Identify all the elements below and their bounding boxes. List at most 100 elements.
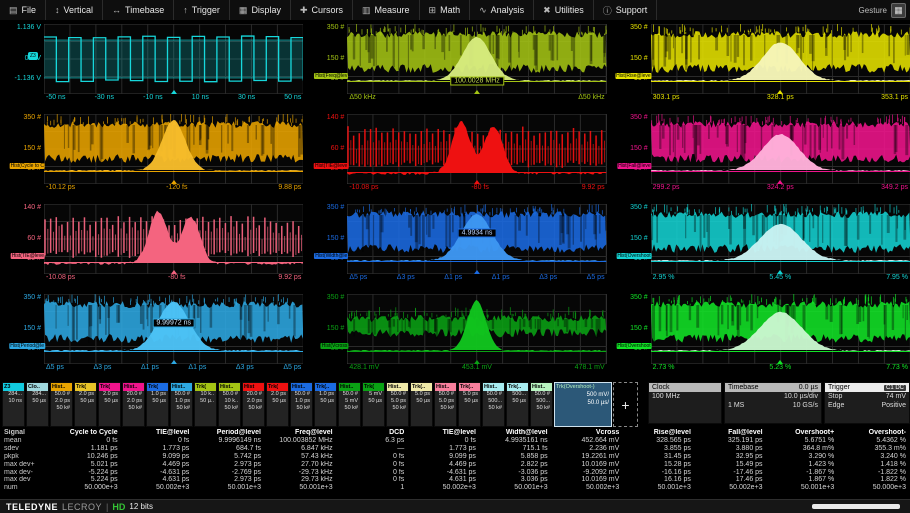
waveform-panel-hist-fall[interactable]: 350 #150 #-50 #299.2 ps324.2 ps349.2 psH… xyxy=(607,111,910,201)
gesture-icon[interactable]: ▦ xyxy=(891,3,906,18)
menu-item-utilities[interactable]: ✖Utilities xyxy=(534,0,594,20)
waveform-panel-hist-freq[interactable]: 350 #150 #-50 #Δ50 kHzΔ50 kHzHist(Freq@l… xyxy=(303,21,606,111)
plot-area[interactable]: 428.1 mV453.1 mV478.1 mVHist(Vcross xyxy=(347,294,606,381)
trace-descriptor-21[interactable]: Hist..50.0 #500...50 k# xyxy=(482,382,505,427)
trace-descriptor-6[interactable]: Hist..20.0 #2.0 ps50 k# xyxy=(122,382,145,427)
menu-item-vertical[interactable]: ↕Vertical xyxy=(46,0,103,20)
timebase-box[interactable]: Timebase0.0 µs10.0 µs/div1 MS10 GS/s xyxy=(724,382,822,424)
plot-area[interactable]: Δ50 kHzΔ50 kHzHist(Freq@lev100.0028 MHz xyxy=(347,24,606,111)
trace-descriptor-22[interactable]: Trk(..500...50 µs xyxy=(506,382,529,427)
waveform-panel-hist-overshoot-pos[interactable]: 350 #150 #-50 #2.95 %5.45 %7.95 %Hist(Ov… xyxy=(607,201,910,291)
trace-descriptor-15[interactable]: Hist..50.0 #5 mV50 k# xyxy=(338,382,361,427)
menu-item-analysis[interactable]: ∿Analysis xyxy=(470,0,534,20)
clock-box[interactable]: Clock100 MHz xyxy=(648,382,722,424)
trace-descriptor-14[interactable]: Trk(..1.0 ps50 µs xyxy=(314,382,337,427)
waveform-panel-hist-tie-2[interactable]: 140 #60 #-20 #-10.08 ps-80 fs9.92 psHist… xyxy=(0,201,303,291)
stat-value: 684.7 fs xyxy=(193,445,265,453)
stat-value: 5.858 ps xyxy=(480,453,552,461)
trace-descriptor-1[interactable]: Z3284...10 ns xyxy=(2,382,25,427)
trace-label[interactable]: Hist(Cycle to C xyxy=(10,163,45,169)
trace-descriptor-4[interactable]: Trk(2.0 ps50 µs xyxy=(74,382,97,427)
trace-label[interactable]: Hist(TIE@leve xyxy=(11,253,45,259)
plot-area[interactable]: 2.73 %5.23 %7.73 %Hist(Overshoot xyxy=(651,294,910,381)
trace-descriptor-23[interactable]: Hist..50.0 #500...50 k# xyxy=(530,382,553,427)
waveform-panel-hist-width[interactable]: 350 #150 #-50 #Δ5 psΔ3 psΔ1 psΔ1 psΔ3 ps… xyxy=(303,201,606,291)
menu-item-support[interactable]: ⓘSupport xyxy=(594,0,658,20)
table-header-measure[interactable]: Overshoot- xyxy=(838,429,910,437)
trace-label[interactable]: Hist(Period@le xyxy=(9,343,45,349)
waveform-panel-hist-overshoot-neg[interactable]: 350 #150 #-50 #2.73 %5.23 %7.73 %Hist(Ov… xyxy=(607,291,910,381)
trace-descriptor-8[interactable]: Hist..50.0 #1.0 ps50 k# xyxy=(170,382,193,427)
trace-descriptor-19[interactable]: Hist..50.0 #5.0 ps50 k# xyxy=(434,382,457,427)
trace-label[interactable]: Hist(Fall@leve xyxy=(617,163,652,169)
plot-area[interactable]: -10.12 ps-120 fs9.88 psHist(Cycle to C xyxy=(44,114,303,201)
trace-descriptor-11[interactable]: Hist20.0 #2.0 ps50 k# xyxy=(242,382,265,427)
trace-label[interactable]: Hist(Overshoot xyxy=(616,343,651,349)
x-tick: Δ1 ps xyxy=(444,274,462,287)
menu-item-file[interactable]: ▤File xyxy=(0,0,46,20)
trace-descriptor-13[interactable]: Hist..50.0 #1.0 ps50 k# xyxy=(290,382,313,427)
table-header-measure[interactable]: TIE@level xyxy=(122,429,194,437)
trigger-box[interactable]: TriggerC1 DCStop74 mVEdgePositive xyxy=(824,382,910,424)
gesture-control[interactable]: Gesture ▦ xyxy=(855,0,910,20)
table-header-measure[interactable]: Freq@level xyxy=(265,429,337,437)
waveform-panel-hist-tie-1[interactable]: 140 #60 #-20 #-10.08 ps-80 fs9.92 psHist… xyxy=(303,111,606,201)
menu-item-measure[interactable]: ▥Measure xyxy=(353,0,420,20)
table-header-measure[interactable]: TIE@level xyxy=(408,429,480,437)
table-header-measure[interactable]: Overshoot+ xyxy=(767,429,839,437)
stat-value: 4.9935161 ns xyxy=(480,437,552,445)
trigger-label: Trigger xyxy=(828,384,850,391)
plot-area[interactable]: 303.1 ps328.1 ps353.1 psHist(Rise@leve xyxy=(651,24,910,111)
trace-descriptor-selected[interactable]: Trk(Overshoot-)500 mV/50.0 µs/ xyxy=(554,382,612,427)
menu-item-trigger[interactable]: ↑Trigger xyxy=(174,0,230,20)
trace-descriptor-17[interactable]: Hist..50.0 #5.0 ps50 k# xyxy=(386,382,409,427)
menu-item-cursors[interactable]: ✚Cursors xyxy=(291,0,353,20)
plot-area[interactable]: 299.2 ps324.2 ps349.2 psHist(Fall@leve xyxy=(651,114,910,201)
waveform-panel-hist-rise[interactable]: 350 #150 #-50 #303.1 ps328.1 ps353.1 psH… xyxy=(607,21,910,111)
trace-descriptor-7[interactable]: Trk(1.0 ps50 µs xyxy=(146,382,169,427)
plot-area[interactable]: 2.95 %5.45 %7.95 %Hist(Overshoot xyxy=(651,204,910,291)
trace-descriptor-12[interactable]: Trk(2.0 ps50 µs xyxy=(266,382,289,427)
waveform-panel-hist-vcross[interactable]: 350 #150 #-50 #428.1 mV453.1 mV478.1 mVH… xyxy=(303,291,606,381)
menu-item-math[interactable]: ⊞Math xyxy=(420,0,471,20)
trace-label[interactable]: Hist(TIE@leve xyxy=(314,163,348,169)
trace-descriptor-3[interactable]: Hist..50.0 #2.0 ps50 k# xyxy=(50,382,73,427)
plot-area[interactable]: -10.08 ps-80 fs9.92 psHist(TIE@leve xyxy=(44,204,303,291)
waveform-panel-hist-period[interactable]: 350 #150 #-50 #Δ5 psΔ3 psΔ1 psΔ1 psΔ3 ps… xyxy=(0,291,303,381)
menu-item-display[interactable]: ▦Display xyxy=(230,0,291,20)
trace-descriptor-2[interactable]: Clo..284...50 µs xyxy=(26,382,49,427)
table-row: num50.000e+350.002e+350.001e+350.001e+31… xyxy=(0,484,910,492)
trace-descriptor-9[interactable]: Trk(10 k..50 µ.. xyxy=(194,382,217,427)
trace-indicator[interactable]: Z3 xyxy=(28,52,38,60)
waveform-panel-hist-cycle[interactable]: 350 #150 #-50 #-10.12 ps-120 fs9.88 psHi… xyxy=(0,111,303,201)
table-header-measure[interactable]: Rise@level xyxy=(623,429,695,437)
add-trace-button[interactable]: + xyxy=(613,382,638,427)
stat-value: 50.002e+3 xyxy=(552,484,624,492)
trace-label[interactable]: Hist(Overshoot xyxy=(616,253,651,259)
trace-descriptor-20[interactable]: Trk(..5.0 ps50 µs xyxy=(458,382,481,427)
waveform-panel-zoom-z3[interactable]: 1.136 V0 mV-1.136 V-50 ns-30 ns-10 ns10 … xyxy=(0,21,303,111)
table-header-measure[interactable]: Cycle to Cycle xyxy=(50,429,122,437)
trace-descriptor-10[interactable]: Hist..50.0 #10 k..50 k# xyxy=(218,382,241,427)
table-header-measure[interactable]: Fall@level xyxy=(695,429,767,437)
trace-descriptor-16[interactable]: Trk(5 mV50 µs xyxy=(362,382,385,427)
menu-item-label: Trigger xyxy=(192,5,220,15)
trace-descriptor-5[interactable]: Trk(2.0 ps50 µs xyxy=(98,382,121,427)
trace-label[interactable]: Hist(Width@le xyxy=(314,253,348,259)
plot-area[interactable]: Δ5 psΔ3 psΔ1 psΔ1 psΔ3 psΔ5 psHist(Perio… xyxy=(44,294,303,381)
table-header-measure[interactable]: Width@level xyxy=(480,429,552,437)
table-header-measure[interactable]: Period@level xyxy=(193,429,265,437)
table-header-measure[interactable]: Vcross xyxy=(552,429,624,437)
menu-item-timebase[interactable]: ↔Timebase xyxy=(103,0,174,20)
table-header-signal[interactable]: Signal xyxy=(0,429,50,437)
descriptor-value: 50 µs xyxy=(459,398,480,405)
plot-area[interactable]: Δ5 psΔ3 psΔ1 psΔ1 psΔ3 psΔ5 psHist(Width… xyxy=(347,204,606,291)
table-header-measure[interactable]: DCD xyxy=(337,429,409,437)
plot-area[interactable]: -10.08 ps-80 fs9.92 psHist(TIE@leve xyxy=(347,114,606,201)
trace-label[interactable]: Hist(Rise@leve xyxy=(615,73,652,79)
plot-area[interactable]: -50 ns-30 ns-10 ns10 ns30 ns50 nsZ3 xyxy=(44,24,303,111)
trace-label[interactable]: Hist(Freq@lev xyxy=(314,73,348,79)
trace-descriptor-18[interactable]: Trk(..5.0 ps50 µs xyxy=(410,382,433,427)
trace-label[interactable]: Hist(Vcross xyxy=(321,343,349,349)
trigger-mode: Stop xyxy=(828,393,842,400)
